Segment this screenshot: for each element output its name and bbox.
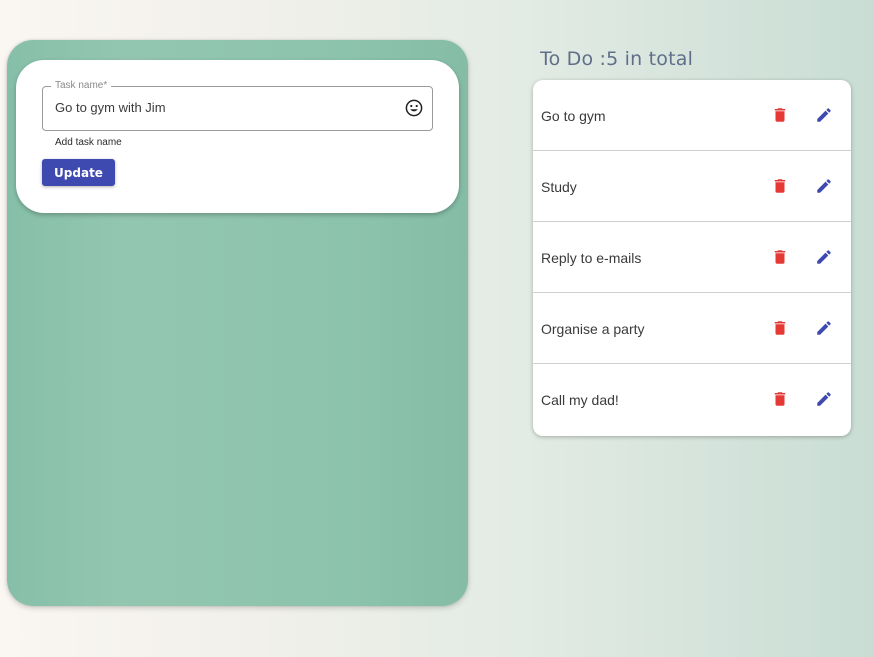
pencil-icon[interactable] bbox=[815, 390, 833, 408]
update-button[interactable]: Update bbox=[42, 159, 115, 186]
trash-icon[interactable] bbox=[771, 319, 789, 337]
todo-item-label: Study bbox=[541, 179, 577, 195]
todo-item-label: Call my dad! bbox=[541, 392, 619, 408]
pencil-icon[interactable] bbox=[815, 319, 833, 337]
task-name-input[interactable] bbox=[55, 100, 385, 115]
pencil-icon[interactable] bbox=[815, 106, 833, 124]
todo-list: Go to gym Study Reply to e-mails Organis… bbox=[533, 80, 851, 436]
todo-item-label: Reply to e-mails bbox=[541, 250, 642, 266]
todo-item: Go to gym bbox=[533, 80, 851, 151]
task-name-hint: Add task name bbox=[55, 137, 122, 148]
todo-item-label: Go to gym bbox=[541, 108, 606, 124]
trash-icon[interactable] bbox=[771, 106, 789, 124]
todo-item: Organise a party bbox=[533, 293, 851, 364]
trash-icon[interactable] bbox=[771, 248, 789, 266]
trash-icon[interactable] bbox=[771, 177, 789, 195]
todo-item: Call my dad! bbox=[533, 364, 851, 435]
todo-item: Study bbox=[533, 151, 851, 222]
smiley-icon[interactable] bbox=[405, 99, 423, 117]
task-name-field[interactable]: Task name* bbox=[42, 80, 433, 131]
pencil-icon[interactable] bbox=[815, 177, 833, 195]
todo-title: To Do :5 in total bbox=[540, 48, 694, 70]
task-name-label: Task name* bbox=[51, 80, 112, 92]
pencil-icon[interactable] bbox=[815, 248, 833, 266]
todo-item: Reply to e-mails bbox=[533, 222, 851, 293]
trash-icon[interactable] bbox=[771, 390, 789, 408]
todo-item-label: Organise a party bbox=[541, 321, 645, 337]
task-form-card: Task name* Add task name Update bbox=[16, 60, 459, 213]
